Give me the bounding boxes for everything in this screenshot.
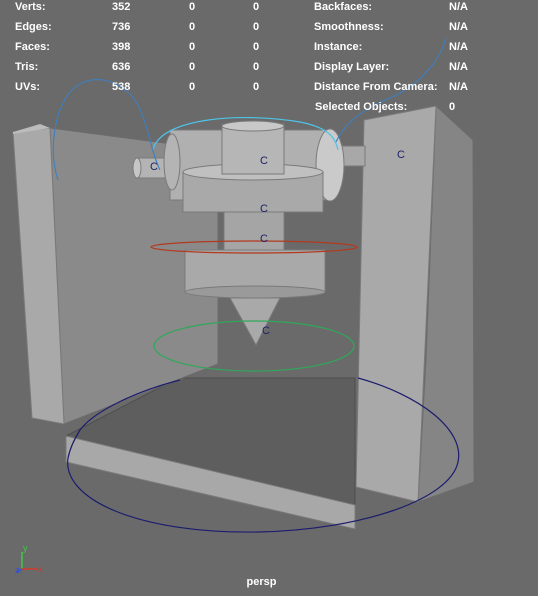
perspective-viewport[interactable]: C C C C C C Verts: 352 0 0 Edges: 736 0 … <box>0 0 538 596</box>
control-label-arm-right[interactable]: C <box>397 149 405 161</box>
hud-label: Display Layer: <box>314 61 390 73</box>
hud-value: 0 <box>189 21 196 33</box>
hud-value: N/A <box>449 1 468 13</box>
hud-value: 0 <box>189 81 196 93</box>
hud-label: Distance From Camera: <box>314 81 438 93</box>
hud-label: Verts: <box>15 1 46 13</box>
hud-value: 0 <box>253 61 260 73</box>
hud-value: 0 <box>253 81 260 93</box>
hud-value: 0 <box>253 21 260 33</box>
arm-left-cap <box>132 157 142 179</box>
hud-value: 352 <box>112 1 131 13</box>
axis-gizmo: y x z <box>15 543 43 575</box>
hud-label: Instance: <box>314 41 363 53</box>
vertical-tube-top-cap <box>221 120 285 132</box>
control-label-tip[interactable]: C <box>262 325 270 337</box>
control-label-neck[interactable]: C <box>260 203 268 215</box>
hud-value: N/A <box>449 41 468 53</box>
axis-x-label: x <box>38 564 43 574</box>
camera-name-label: persp <box>246 576 277 588</box>
hud-value: 736 <box>112 21 131 33</box>
hud-value: 0 <box>189 41 196 53</box>
hud-value: 636 <box>112 61 131 73</box>
axis-y-label: y <box>23 543 28 553</box>
hud-label: Backfaces: <box>314 1 373 13</box>
hud-value: 0 <box>253 41 260 53</box>
hud-label: Selected Objects: <box>315 101 408 113</box>
hud-value: N/A <box>449 81 468 93</box>
hud-value: 0 <box>189 61 196 73</box>
hud-value: 0 <box>189 1 196 13</box>
axis-z-label: z <box>15 565 20 575</box>
control-label-arm-left[interactable]: C <box>150 161 158 173</box>
hud-label: Tris: <box>15 61 39 73</box>
lower-cylinder-bottom <box>184 285 326 299</box>
hud-label: Edges: <box>15 21 52 33</box>
hud-value: 0 <box>253 1 260 13</box>
hud-value: 538 <box>112 81 131 93</box>
hud-label: UVs: <box>15 81 41 93</box>
hud-value: N/A <box>449 21 468 33</box>
cross-tube-left-cap <box>163 133 181 191</box>
control-label-hub[interactable]: C <box>260 155 268 167</box>
hud-value: N/A <box>449 61 468 73</box>
hud-label: Smoothness: <box>314 21 384 33</box>
control-label-lower[interactable]: C <box>260 233 268 245</box>
hud-label: Faces: <box>15 41 50 53</box>
neck-shaft[interactable] <box>223 211 285 251</box>
hud-value: 398 <box>112 41 131 53</box>
hud-value: 0 <box>449 101 456 113</box>
